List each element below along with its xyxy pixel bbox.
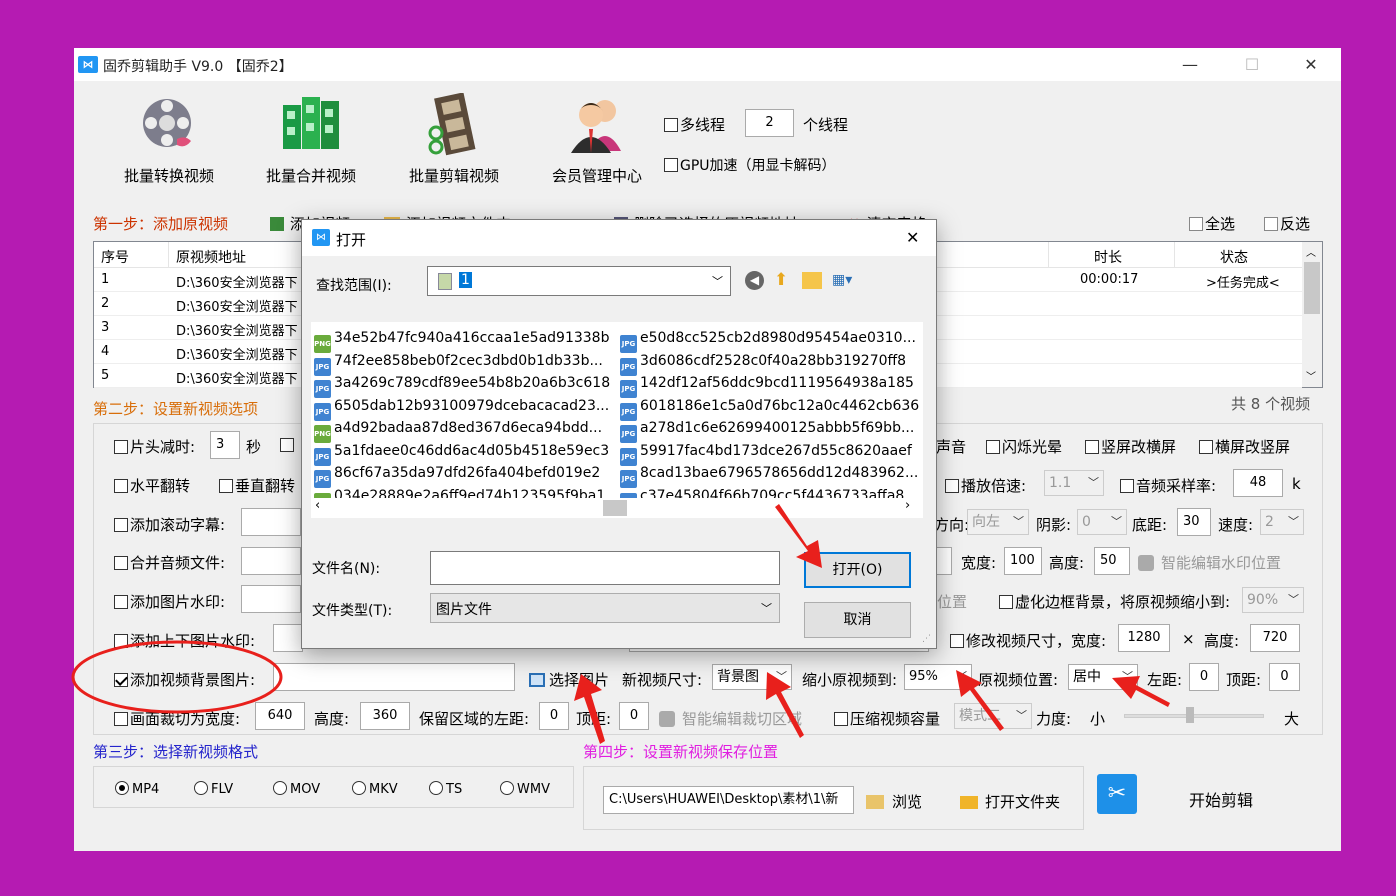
highlight-ellipse [71,640,283,714]
arrow-to-position [1112,676,1170,707]
arrow-to-open-button [775,504,822,568]
arrow-to-new-size [766,672,804,738]
arrow-to-choose-image [574,674,605,744]
arrow-group [574,504,1170,744]
annotation-layer [71,504,1170,744]
arrow-to-shrink [956,670,1004,731]
